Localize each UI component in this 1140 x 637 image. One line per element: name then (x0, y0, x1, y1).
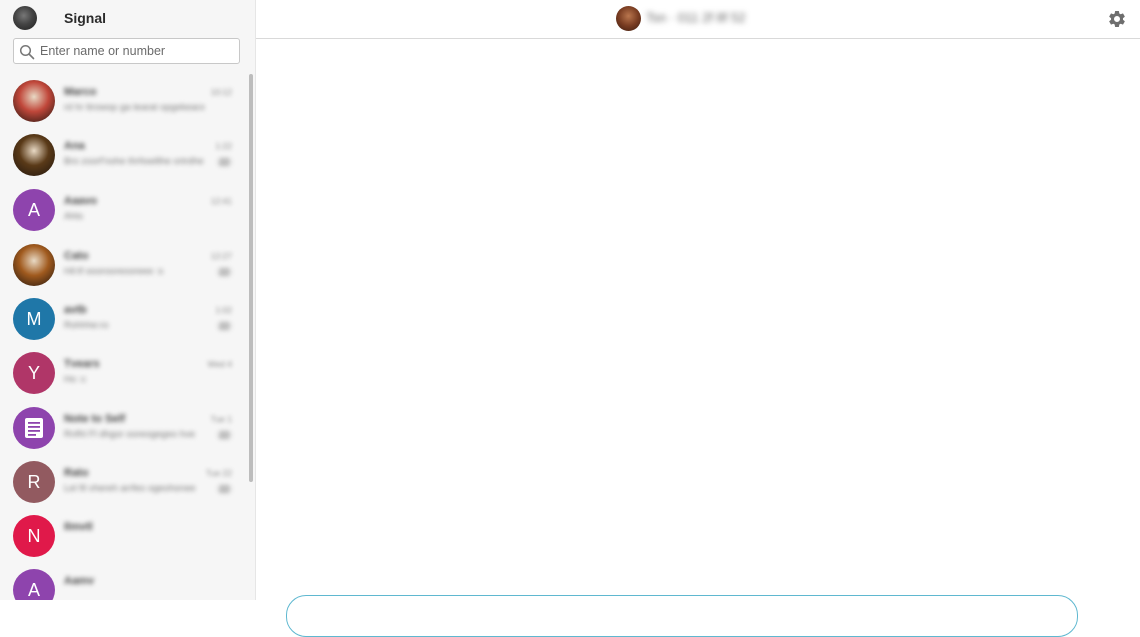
avatar: Y (13, 352, 55, 394)
conversation-item[interactable]: Note to Self Rnfhl Fl dhgor ooreogegeo h… (0, 399, 248, 453)
conversation-time: 1:22 (215, 141, 232, 151)
conversation-time: 12:27 (210, 251, 232, 261)
app-title: Signal (64, 10, 107, 26)
conversation-preview: Lel fil vhereh arrfeo ogeohonee (64, 483, 196, 494)
conversation-name: Aamv (64, 575, 94, 587)
conversation-preview: Bro zoorf'nohe thrfowillhe ortrdhe (64, 156, 204, 167)
conversation-name: avtb (64, 304, 87, 316)
unread-badge: 22 (216, 430, 232, 440)
conversation-time: 1:02 (215, 305, 232, 315)
conversation-time: Tue 1 (210, 414, 232, 424)
conversation-preview: Ho :c (64, 374, 87, 385)
conversation-name: Cato (64, 250, 89, 262)
conversation-name: Marco (64, 86, 97, 98)
contact-avatar[interactable] (616, 6, 641, 31)
conversation-time: 12:41 (210, 196, 232, 206)
conversation-header: Tsn · 011 2f 8f 52 (256, 0, 1140, 39)
conversation-time: Tue 22 (205, 468, 232, 478)
conversation-name: Rato (64, 467, 89, 479)
conversation-preview: Rnfhl Fl dhgor ooreogegeo hve (64, 429, 195, 440)
search-icon (19, 44, 35, 60)
conversation-item[interactable]: M avtb Rohhhe:ro 1:02 22 (0, 290, 248, 344)
conversation-item[interactable]: R Rato Lel fil vhereh arrfeo ogeohonee T… (0, 453, 248, 507)
search-input[interactable] (40, 42, 235, 60)
message-composer[interactable] (286, 595, 1078, 637)
conversation-item[interactable]: A Aamv (0, 561, 248, 600)
conversation-name: Ilmvtl (64, 521, 93, 533)
unread-badge: 22 (216, 321, 232, 331)
conversation-name: Ana (64, 140, 85, 152)
conversation-preview: Rohhhe:ro (64, 320, 109, 331)
avatar: N (13, 515, 55, 557)
unread-badge: 22 (216, 157, 232, 167)
contact-title[interactable]: Tsn · 011 2f 8f 52 (646, 10, 746, 25)
conversation-preview: Hil:tf ooorooreooreee :s (64, 266, 164, 277)
conversation-name: Tvears (64, 358, 100, 370)
avatar (13, 244, 55, 286)
conversation-item[interactable]: Cato Hil:tf ooorooreooreee :s 12:27 22 (0, 236, 248, 290)
unread-badge: 22 (216, 484, 232, 494)
search-box[interactable] (13, 38, 240, 64)
conversation-preview: Ahts (64, 211, 84, 222)
conversation-preview: rd hr ttrowop ga tearat opgekeara (64, 102, 204, 113)
avatar: A (13, 569, 55, 600)
conversation-item[interactable]: Marco rd hr ttrowop ga tearat opgekeara … (0, 72, 248, 126)
conversation-item[interactable]: Ana Bro zoorf'nohe thrfowillhe ortrdhe 1… (0, 126, 248, 180)
conversation-name: Aaavo (64, 195, 98, 207)
conversation-list: Marco rd hr ttrowop ga tearat opgekeara … (0, 70, 248, 600)
gear-icon[interactable] (1107, 9, 1127, 29)
sidebar-header: Signal (0, 0, 255, 38)
avatar: A (13, 189, 55, 231)
conversation-name: Note to Self (64, 413, 126, 425)
conversation-item[interactable]: Y Tvears Ho :c Wed 4 (0, 344, 248, 398)
avatar (13, 134, 55, 176)
avatar: R (13, 461, 55, 503)
unread-badge: 22 (216, 267, 232, 277)
conversation-panel: Tsn · 011 2f 8f 52 (256, 0, 1140, 637)
sidebar-scrollbar[interactable] (249, 74, 253, 482)
conversation-item[interactable]: N Ilmvtl (0, 507, 248, 561)
conversation-time: Wed 4 (207, 359, 232, 369)
avatar: M (13, 298, 55, 340)
avatar (13, 80, 55, 122)
conversation-item[interactable]: A Aaavo Ahts 12:41 (0, 181, 248, 235)
sidebar: Signal Marco rd hr ttrowop ga tearat opg… (0, 0, 256, 600)
note-icon (13, 407, 55, 449)
self-avatar[interactable] (13, 6, 37, 30)
conversation-time: 10:12 (210, 87, 232, 97)
